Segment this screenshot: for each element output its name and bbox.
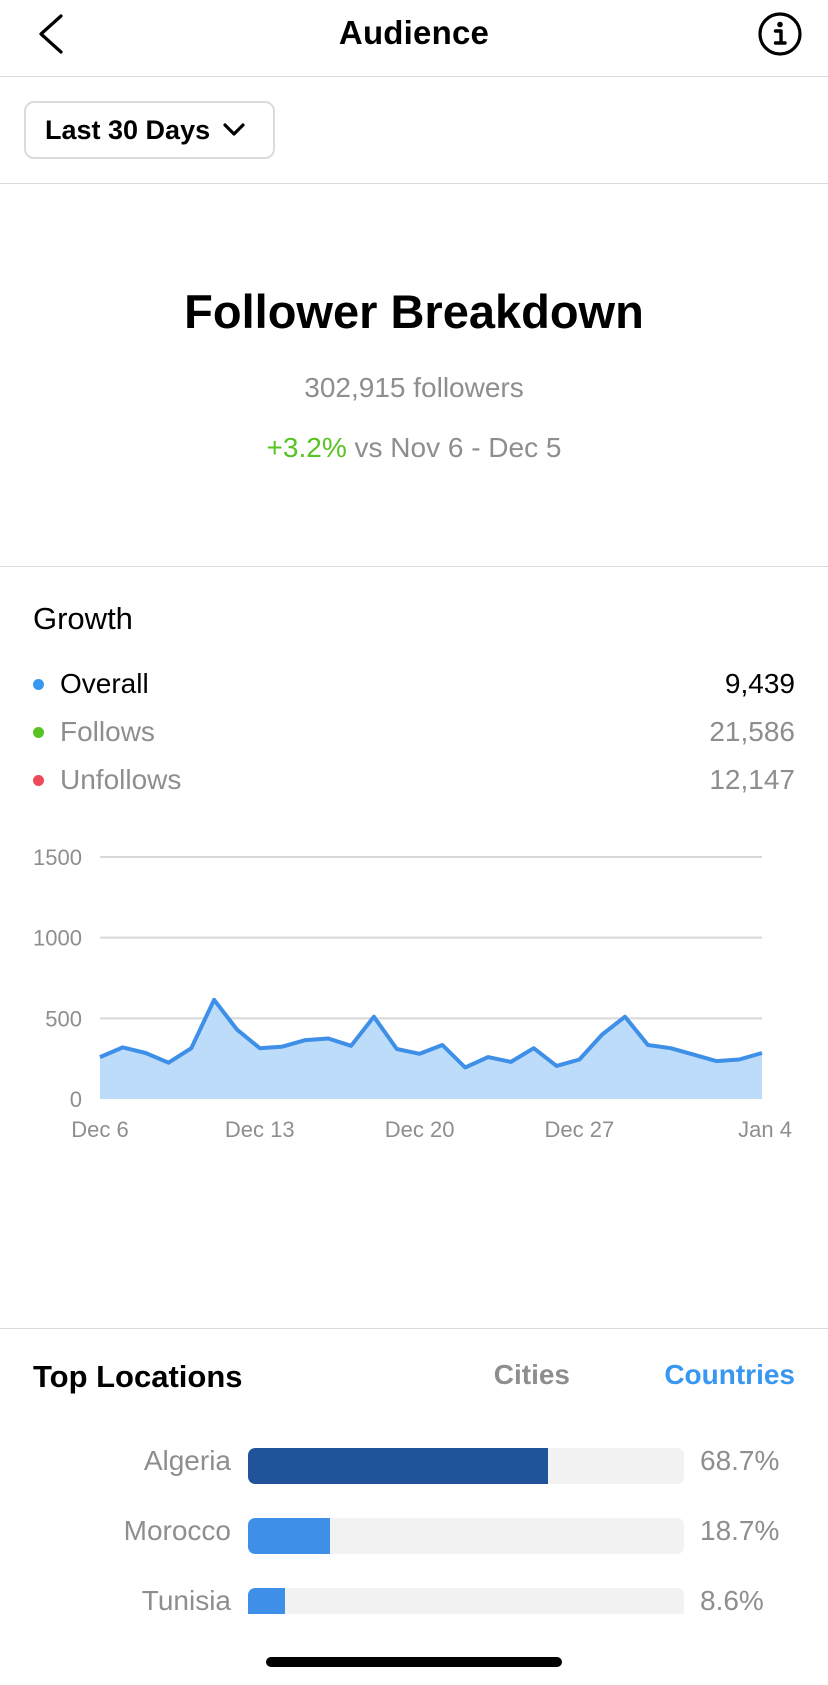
growth-title: Growth bbox=[33, 601, 133, 636]
location-percent: 8.6% bbox=[700, 1585, 764, 1616]
location-name: Tunisia bbox=[141, 1585, 231, 1616]
location-bar-track bbox=[248, 1448, 684, 1484]
date-range-label: Last 30 Days bbox=[45, 114, 211, 145]
x-tick-label: Dec 20 bbox=[385, 1117, 455, 1142]
chevron-down-icon bbox=[223, 123, 245, 136]
location-name: Morocco bbox=[123, 1515, 231, 1546]
legend-name: Follows bbox=[60, 716, 155, 747]
legend-value: 9,439 bbox=[724, 668, 795, 699]
location-bar-track bbox=[248, 1518, 684, 1554]
top-bar: Audience bbox=[0, 0, 828, 77]
follower-count: 302,915 followers bbox=[304, 372, 524, 403]
location-bar-fill bbox=[248, 1448, 548, 1484]
summary-title: Follower Breakdown bbox=[184, 285, 644, 338]
growth-section: Growth Overall 9,439 Follows 21,586 Unfo… bbox=[0, 567, 828, 1329]
y-tick-label: 1500 bbox=[33, 845, 82, 870]
follows-dot bbox=[33, 727, 44, 738]
tab-cities[interactable]: Cities bbox=[494, 1359, 570, 1391]
location-row: Morocco 18.7% bbox=[0, 1515, 828, 1555]
legend-value: 12,147 bbox=[709, 764, 795, 795]
location-percent: 18.7% bbox=[700, 1515, 780, 1546]
y-tick-label: 1000 bbox=[33, 926, 82, 951]
y-tick-label: 500 bbox=[45, 1006, 82, 1031]
y-tick-label: 0 bbox=[70, 1087, 82, 1112]
location-name: Algeria bbox=[143, 1445, 231, 1476]
legend-name: Overall bbox=[60, 668, 149, 699]
growth-chart: 1500 1000 500 0 Dec 6 Dec 13 Dec 20 Dec 27 Jan 4 bbox=[33, 845, 792, 1142]
info-button[interactable] bbox=[754, 8, 806, 60]
location-percent: 68.7% bbox=[700, 1445, 780, 1476]
top-locations-section: Top Locations Cities Countries Algeria 68… bbox=[0, 1329, 828, 1629]
x-tick-label: Dec 27 bbox=[545, 1117, 615, 1142]
tab-countries[interactable]: Countries bbox=[664, 1359, 795, 1391]
home-indicator bbox=[266, 1657, 562, 1667]
change-period: vs Nov 6 - Dec 5 bbox=[346, 432, 562, 463]
page-title: Audience bbox=[338, 14, 490, 51]
legend-name: Unfollows bbox=[60, 764, 182, 795]
date-range-dropdown[interactable]: Last 30 Days bbox=[24, 101, 275, 159]
location-bar-fill bbox=[248, 1518, 330, 1554]
follower-summary: Follower Breakdown 302,915 followers +3.… bbox=[0, 184, 828, 567]
overall-dot bbox=[33, 679, 44, 690]
x-tick-label: Dec 6 bbox=[71, 1117, 128, 1142]
x-tick-label: Dec 13 bbox=[225, 1117, 295, 1142]
location-row: Algeria 68.7% bbox=[0, 1445, 828, 1485]
unfollows-dot bbox=[33, 775, 44, 786]
legend-value: 21,586 bbox=[709, 716, 795, 747]
legend-follows: Follows 21,586 bbox=[33, 712, 795, 752]
info-icon bbox=[758, 12, 802, 56]
bottom-safe-area bbox=[0, 1614, 828, 1685]
follower-change: +3.2% vs Nov 6 - Dec 5 bbox=[0, 432, 828, 464]
legend-overall: Overall 9,439 bbox=[33, 664, 795, 704]
x-tick-label: Jan 4 bbox=[738, 1117, 792, 1142]
top-locations-title: Top Locations bbox=[33, 1359, 243, 1394]
change-percent: +3.2% bbox=[266, 432, 347, 463]
legend-unfollows: Unfollows 12,147 bbox=[33, 760, 795, 800]
filter-bar: Last 30 Days bbox=[0, 77, 828, 184]
